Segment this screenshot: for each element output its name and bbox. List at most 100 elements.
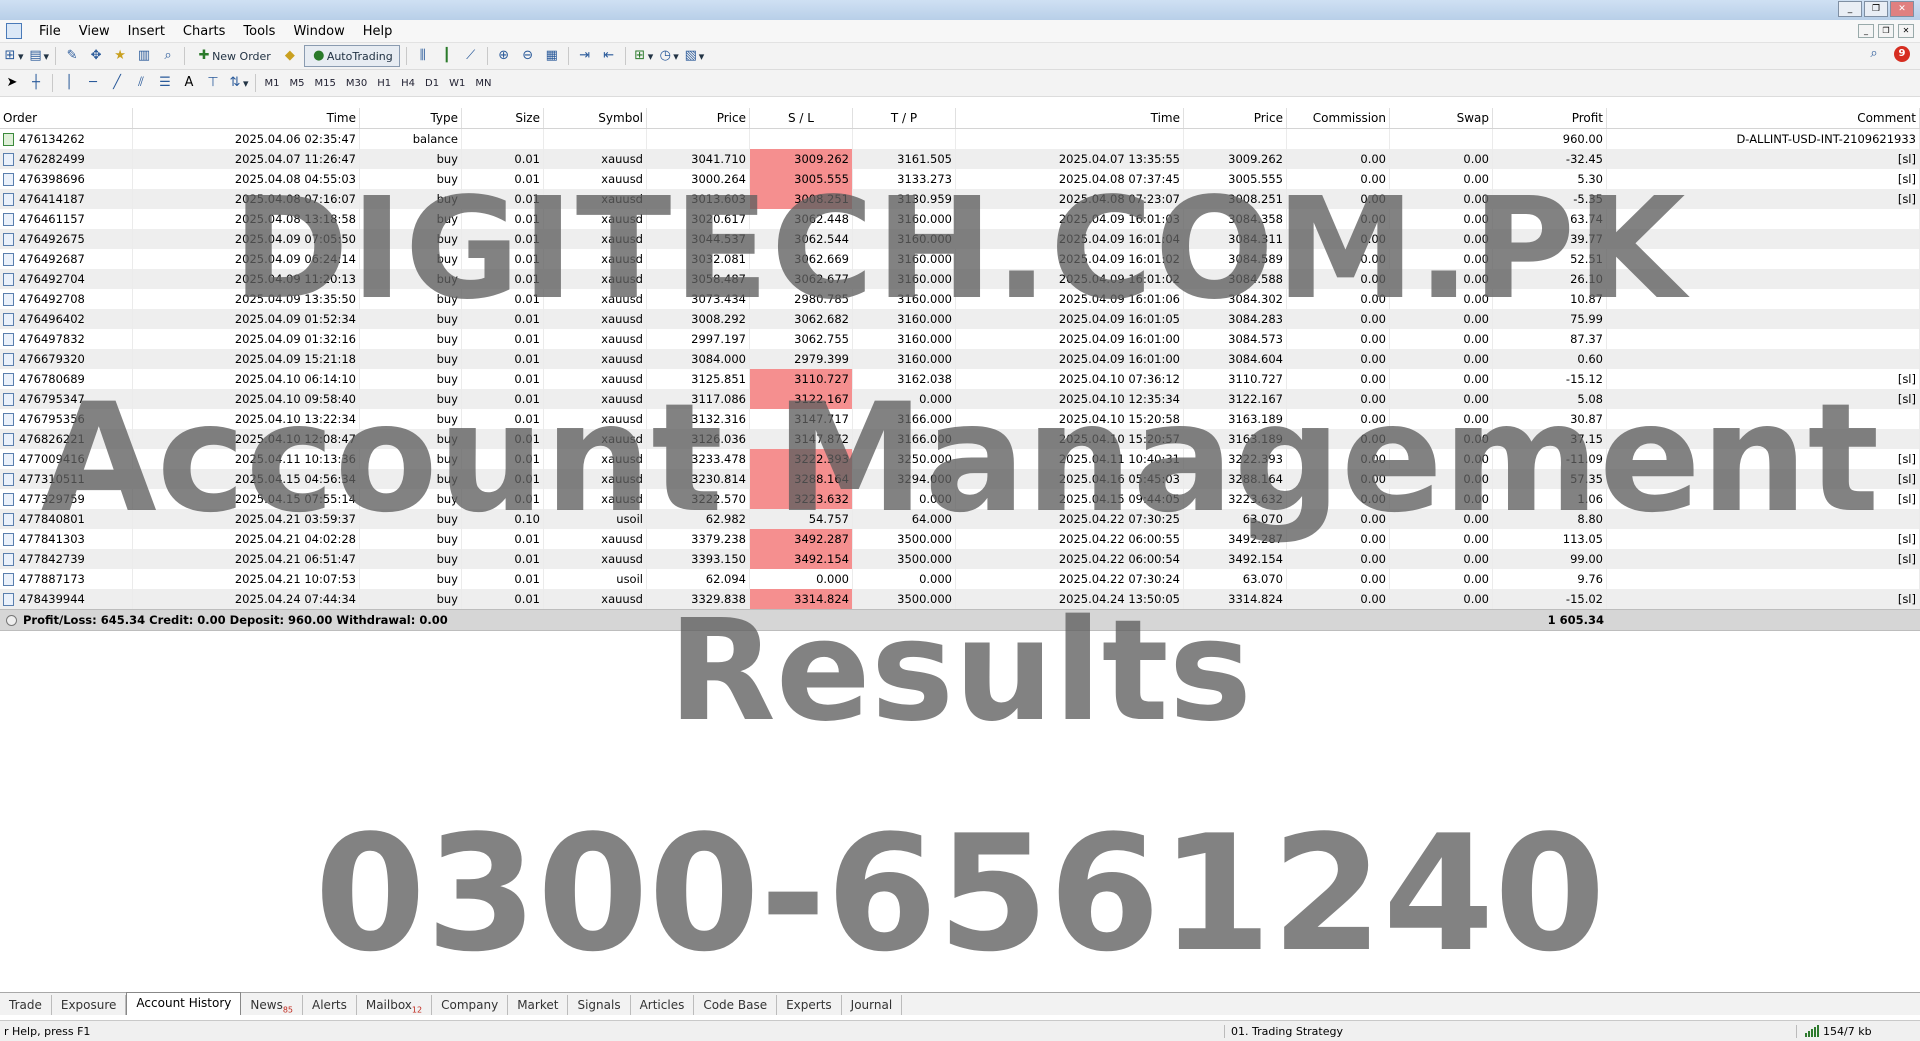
strategy-tester-button[interactable]: ⌕ — [158, 46, 178, 66]
indicators-button[interactable]: ⊞ ▾ — [632, 46, 653, 66]
table-row[interactable]: 476497832 2025.04.09 01:32:16 buy 0.01 xauus… — [0, 329, 1920, 349]
search-icon[interactable]: ⌕ — [1866, 46, 1882, 62]
col-time[interactable]: Time — [133, 108, 360, 128]
menu-view[interactable]: View — [70, 24, 119, 39]
table-row[interactable]: 476780689 2025.04.10 06:14:10 buy 0.01 xauus… — [0, 369, 1920, 389]
mdi-restore-icon[interactable]: ❐ — [1878, 24, 1894, 38]
trendline-button[interactable]: ╱ — [107, 73, 127, 93]
tab-exposure[interactable]: Exposure — [52, 995, 127, 1015]
tab-journal[interactable]: Journal — [842, 995, 903, 1015]
table-row[interactable]: 477887173 2025.04.21 10:07:53 buy 0.01 usoil… — [0, 569, 1920, 589]
market-watch-button[interactable]: ✎ — [62, 46, 82, 66]
text-button[interactable]: A — [179, 73, 199, 93]
fibonacci-button[interactable]: ☰ — [155, 73, 175, 93]
close-icon[interactable]: ✕ — [1890, 1, 1914, 17]
vertical-line-button[interactable]: │ — [59, 73, 79, 93]
tab-news[interactable]: News85 — [241, 995, 304, 1015]
cursor-button[interactable]: ➤ — [2, 73, 22, 93]
table-row[interactable]: 478439944 2025.04.24 07:44:34 buy 0.01 xauus… — [0, 589, 1920, 609]
new-chart-button[interactable]: ⊞ ▾ — [2, 46, 24, 66]
tab-articles[interactable]: Articles — [631, 995, 695, 1015]
table-row[interactable]: 476398696 2025.04.08 04:55:03 buy 0.01 xauus… — [0, 169, 1920, 189]
table-row[interactable]: 476795356 2025.04.10 13:22:34 buy 0.01 xauus… — [0, 409, 1920, 429]
data-window-button[interactable]: ✥ — [86, 46, 106, 66]
notification-badge[interactable]: 9 — [1894, 46, 1910, 62]
channel-button[interactable]: ⫽ — [131, 73, 151, 93]
timeframe-m1[interactable]: M1 — [260, 78, 285, 89]
timeframe-h4[interactable]: H4 — [396, 78, 420, 89]
col-size[interactable]: Size — [462, 108, 544, 128]
tab-signals[interactable]: Signals — [568, 995, 631, 1015]
col-profit[interactable]: Profit — [1493, 108, 1607, 128]
table-row[interactable]: 476679320 2025.04.09 15:21:18 buy 0.01 xauus… — [0, 349, 1920, 369]
table-row[interactable]: 476492687 2025.04.09 06:24:14 buy 0.01 xauus… — [0, 249, 1920, 269]
table-row[interactable]: 477329759 2025.04.15 07:55:14 buy 0.01 xauus… — [0, 489, 1920, 509]
menu-help[interactable]: Help — [354, 24, 402, 39]
tab-company[interactable]: Company — [432, 995, 509, 1015]
mdi-minimize-icon[interactable]: _ — [1858, 24, 1874, 38]
tab-market[interactable]: Market — [508, 995, 569, 1015]
col-symbol[interactable]: Symbol — [544, 108, 647, 128]
col-sl[interactable]: S / L — [750, 108, 853, 128]
templates-button[interactable]: ▧ ▾ — [683, 46, 705, 66]
table-row[interactable]: 477310511 2025.04.15 04:56:34 buy 0.01 xauus… — [0, 469, 1920, 489]
timeframe-w1[interactable]: W1 — [444, 78, 470, 89]
table-row[interactable]: 476496402 2025.04.09 01:52:34 buy 0.01 xauus… — [0, 309, 1920, 329]
timeframe-m15[interactable]: M15 — [310, 78, 341, 89]
table-row[interactable]: 477009416 2025.04.11 10:13:36 buy 0.01 xauus… — [0, 449, 1920, 469]
table-row[interactable]: 476492708 2025.04.09 13:35:50 buy 0.01 xauus… — [0, 289, 1920, 309]
col-order[interactable]: Order — [0, 108, 133, 128]
zoom-out-button[interactable]: ⊖ — [518, 46, 538, 66]
tab-account-history[interactable]: Account History — [126, 992, 242, 1015]
timeframe-m5[interactable]: M5 — [285, 78, 310, 89]
metaeditor-button[interactable]: ◆ — [280, 46, 300, 66]
menu-charts[interactable]: Charts — [174, 24, 235, 39]
table-row[interactable]: 477840801 2025.04.21 03:59:37 buy 0.10 usoil… — [0, 509, 1920, 529]
shapes-button[interactable]: ⇅ ▾ — [227, 73, 249, 93]
tab-alerts[interactable]: Alerts — [303, 995, 357, 1015]
tab-experts[interactable]: Experts — [777, 995, 842, 1015]
bar-chart-button[interactable]: ⫼ — [413, 46, 433, 66]
text-label-button[interactable]: ⊤ — [203, 73, 223, 93]
menu-file[interactable]: File — [30, 24, 70, 39]
timeframe-d1[interactable]: D1 — [420, 78, 444, 89]
autotrading-button[interactable]: ● AutoTrading — [303, 45, 400, 67]
menu-insert[interactable]: Insert — [119, 24, 174, 39]
table-row[interactable]: 476134262 2025.04.06 02:35:47 balance 960.0… — [0, 129, 1920, 149]
status-connection[interactable]: 154/7 kb — [1796, 1024, 1872, 1038]
table-row[interactable]: 477841303 2025.04.21 04:02:28 buy 0.01 xauus… — [0, 529, 1920, 549]
periods-button[interactable]: ◷ ▾ — [657, 46, 679, 66]
col-close-price[interactable]: Price — [1184, 108, 1287, 128]
col-swap[interactable]: Swap — [1390, 108, 1493, 128]
new-order-button[interactable]: ✚ New Order — [191, 45, 276, 67]
col-comment[interactable]: Comment — [1607, 108, 1920, 128]
table-row[interactable]: 476492675 2025.04.09 07:05:50 buy 0.01 xauus… — [0, 229, 1920, 249]
col-price[interactable]: Price — [647, 108, 750, 128]
table-row[interactable]: 476282499 2025.04.07 11:26:47 buy 0.01 xauus… — [0, 149, 1920, 169]
menu-window[interactable]: Window — [284, 24, 353, 39]
col-type[interactable]: Type — [360, 108, 462, 128]
restore-icon[interactable]: ❐ — [1864, 1, 1888, 17]
table-row[interactable]: 476795347 2025.04.10 09:58:40 buy 0.01 xauus… — [0, 389, 1920, 409]
tile-windows-button[interactable]: ▦ — [542, 46, 562, 66]
zoom-in-button[interactable]: ⊕ — [494, 46, 514, 66]
line-chart-button[interactable]: ⟋ — [461, 46, 481, 66]
col-close-time[interactable]: Time — [956, 108, 1184, 128]
horizontal-line-button[interactable]: ─ — [83, 73, 103, 93]
autoscroll-button[interactable]: ⇥ — [575, 46, 595, 66]
profiles-button[interactable]: ▤ ▾ — [28, 46, 49, 66]
table-row[interactable]: 476492704 2025.04.09 11:20:13 buy 0.01 xauus… — [0, 269, 1920, 289]
tab-trade[interactable]: Trade — [0, 995, 52, 1015]
col-tp[interactable]: T / P — [853, 108, 956, 128]
terminal-button[interactable]: ▥ — [134, 46, 154, 66]
navigator-button[interactable]: ★ — [110, 46, 130, 66]
status-profile[interactable]: 01. Trading Strategy — [1224, 1024, 1796, 1038]
timeframe-mn[interactable]: MN — [470, 78, 496, 89]
minimize-icon[interactable]: _ — [1838, 1, 1862, 17]
table-row[interactable]: 476414187 2025.04.08 07:16:07 buy 0.01 xauus… — [0, 189, 1920, 209]
table-row[interactable]: 476826221 2025.04.10 12:08:47 buy 0.01 xauus… — [0, 429, 1920, 449]
crosshair-button[interactable]: ┼ — [26, 73, 46, 93]
menu-tools[interactable]: Tools — [234, 24, 284, 39]
chart-shift-button[interactable]: ⇤ — [599, 46, 619, 66]
mdi-close-icon[interactable]: ✕ — [1898, 24, 1914, 38]
